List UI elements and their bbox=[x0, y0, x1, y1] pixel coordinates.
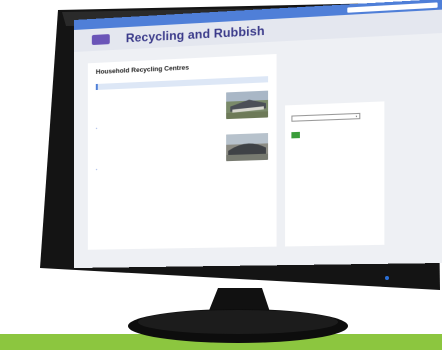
stand-base-top bbox=[138, 310, 338, 334]
monitor-stand bbox=[128, 288, 348, 343]
